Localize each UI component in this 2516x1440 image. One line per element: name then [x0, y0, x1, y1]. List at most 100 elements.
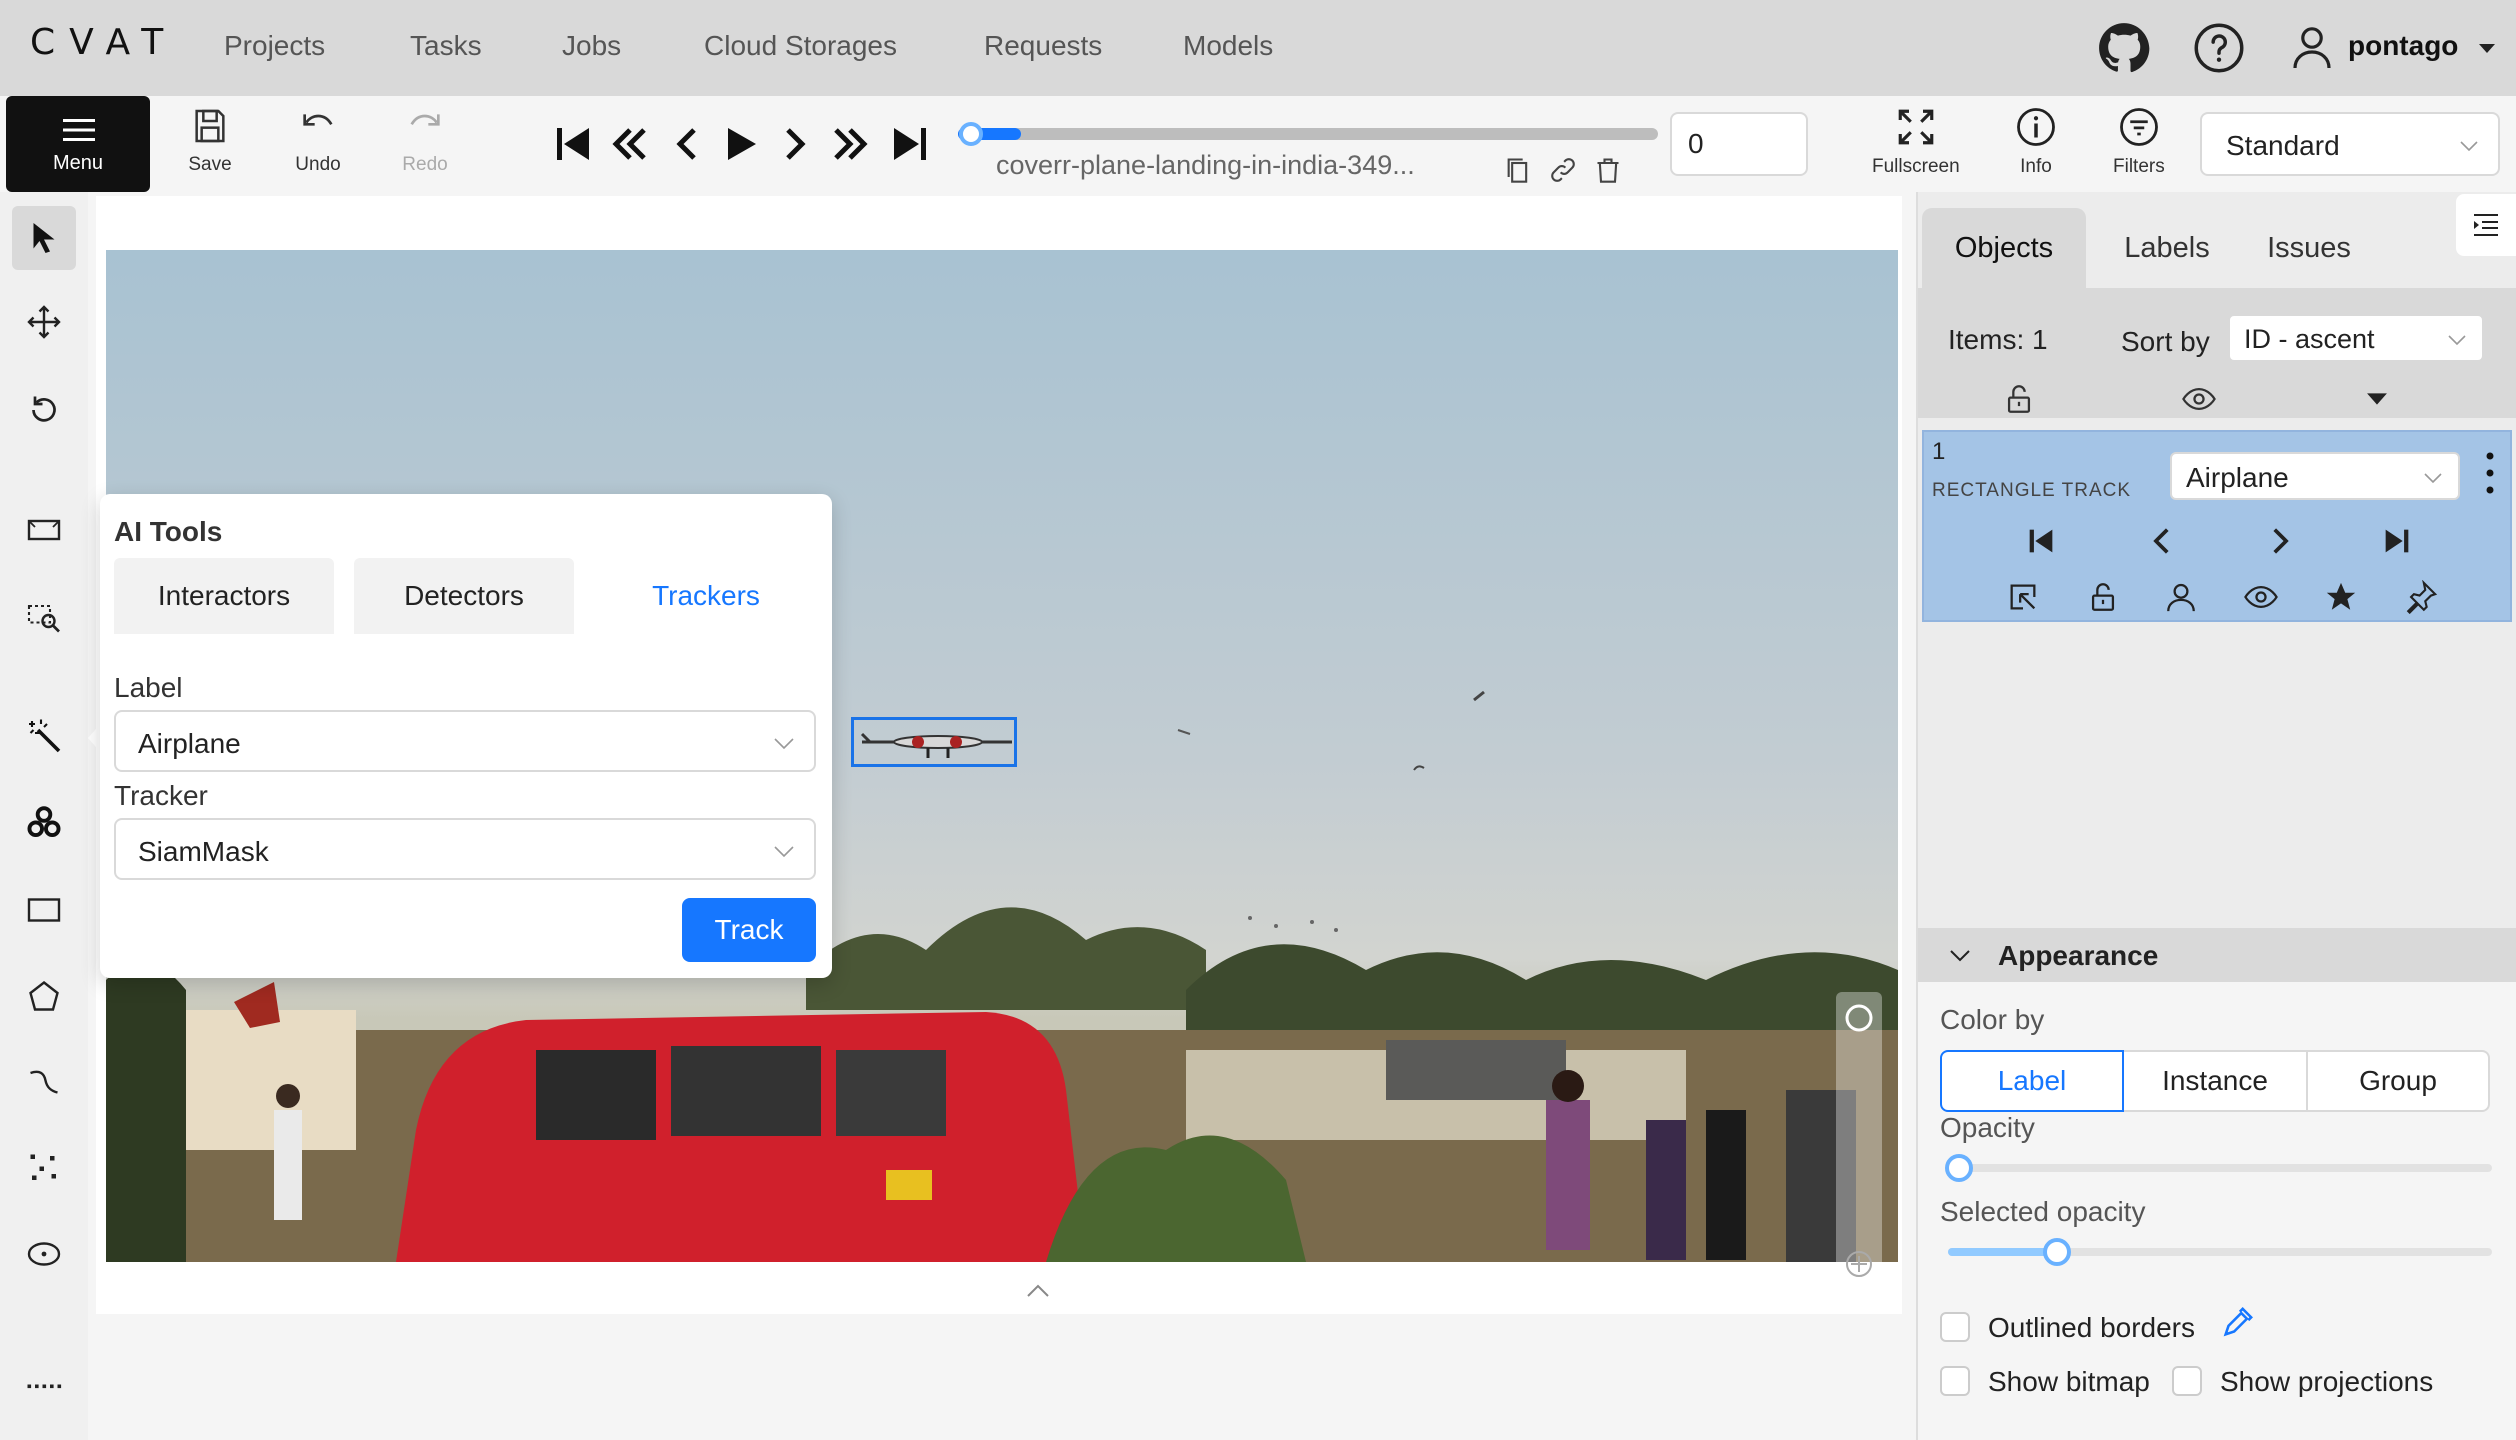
cursor-tool[interactable] — [12, 206, 76, 270]
object-item[interactable]: 1 RECTANGLE TRACK Airplane — [1922, 430, 2512, 622]
lock-icon[interactable] — [2086, 580, 2120, 614]
occluded-icon[interactable] — [2164, 580, 2198, 614]
selected-opacity-slider[interactable] — [1948, 1238, 2492, 1266]
help-icon[interactable] — [2193, 22, 2245, 74]
github-icon[interactable] — [2098, 22, 2150, 74]
zoom-region-tool[interactable] — [12, 586, 76, 650]
tab-issues[interactable]: Issues — [2244, 208, 2374, 288]
menu-button[interactable]: Menu — [6, 96, 150, 192]
object-type: RECTANGLE TRACK — [1932, 480, 2132, 501]
airplane-bounding-box[interactable] — [851, 717, 1017, 767]
last-keyframe-icon[interactable] — [2380, 524, 2414, 558]
show-bitmap-checkbox[interactable] — [1940, 1366, 1970, 1396]
previous-keyframe-icon[interactable] — [2146, 524, 2180, 558]
save-icon — [190, 106, 230, 146]
user-icon[interactable] — [2292, 26, 2332, 70]
caret-down-icon[interactable] — [2476, 38, 2498, 58]
frame-slider[interactable] — [958, 128, 1658, 140]
redo-button[interactable]: Redo — [380, 106, 470, 186]
label-select[interactable]: Airplane — [114, 710, 816, 772]
nav-jobs[interactable]: Jobs — [562, 30, 621, 62]
tab-detectors[interactable]: Detectors — [354, 558, 574, 634]
previous-frame-icon[interactable] — [666, 120, 706, 168]
copy-icon[interactable] — [1504, 156, 1532, 184]
sort-select[interactable]: ID - ascent — [2228, 314, 2484, 362]
username[interactable]: pontago — [2348, 30, 2458, 62]
save-button[interactable]: Save — [165, 106, 255, 186]
tab-labels[interactable]: Labels — [2102, 208, 2232, 288]
collapse-all-icon[interactable] — [2360, 382, 2394, 416]
lock-all-icon[interactable] — [2002, 382, 2036, 416]
polyline-icon — [30, 1070, 58, 1094]
frame-number-input[interactable] — [1670, 112, 1808, 176]
eye-all-icon[interactable] — [2182, 382, 2216, 416]
first-frame-icon[interactable] — [553, 120, 593, 168]
rotate-tool[interactable] — [12, 378, 76, 442]
cvat-logo[interactable]: CVAT — [30, 22, 177, 63]
expand-bottom-panel[interactable] — [1008, 1272, 1068, 1306]
nav-tasks[interactable]: Tasks — [410, 30, 482, 62]
fit-image-tool[interactable] — [12, 498, 76, 562]
play-icon[interactable] — [720, 120, 760, 168]
first-keyframe-icon[interactable] — [2024, 524, 2058, 558]
draw-polyline-tool[interactable] — [12, 1050, 76, 1114]
nav-projects[interactable]: Projects — [224, 30, 325, 62]
filters-button[interactable]: Filters — [2113, 106, 2165, 178]
color-by-instance-option[interactable]: Instance — [2122, 1050, 2308, 1112]
more-tools[interactable] — [12, 1348, 76, 1412]
outlined-borders-checkbox[interactable] — [1940, 1312, 1970, 1342]
ai-tools-tool[interactable] — [12, 704, 76, 768]
star-icon[interactable] — [2324, 580, 2358, 614]
next-frame-icon[interactable] — [776, 120, 816, 168]
chevron-down-icon — [2422, 468, 2444, 488]
nav-cloud-storages[interactable]: Cloud Storages — [704, 30, 897, 62]
selected-opacity-label: Selected opacity — [1940, 1196, 2146, 1227]
selected-opacity-slider-handle[interactable] — [2043, 1238, 2071, 1266]
next-keyframe-icon[interactable] — [2262, 524, 2296, 558]
filter-icon — [2118, 106, 2160, 148]
opencv-tool[interactable] — [12, 790, 76, 854]
nav-requests[interactable]: Requests — [984, 30, 1102, 62]
hamburger-icon — [63, 116, 95, 144]
last-frame-icon[interactable] — [890, 120, 930, 168]
draw-polygon-tool[interactable] — [12, 964, 76, 1028]
fast-forward-icon[interactable] — [830, 120, 870, 168]
fullscreen-button[interactable]: Fullscreen — [1872, 106, 1960, 178]
controls-sidebar — [0, 192, 88, 1440]
more-vertical-icon[interactable] — [2482, 450, 2498, 496]
color-by-label-option[interactable]: Label — [1940, 1050, 2124, 1112]
track-button[interactable]: Track — [682, 898, 816, 962]
move-tool[interactable] — [12, 290, 76, 354]
undo-label: Undo — [295, 154, 341, 175]
visibility-icon[interactable] — [2244, 580, 2278, 614]
fast-backward-icon[interactable] — [610, 120, 650, 168]
color-picker-icon[interactable] — [2220, 1306, 2254, 1340]
appearance-header[interactable]: Appearance — [1918, 928, 2516, 982]
link-icon[interactable] — [1549, 156, 1577, 184]
color-by-group-option[interactable]: Group — [2306, 1050, 2490, 1112]
menu-label: Menu — [52, 152, 104, 174]
show-projections-checkbox[interactable] — [2172, 1366, 2202, 1396]
info-button[interactable]: Info — [2015, 106, 2057, 178]
frame-slider-handle[interactable] — [959, 122, 983, 146]
delete-frame-icon[interactable] — [1594, 156, 1622, 184]
workspace-select[interactable]: Standard — [2200, 112, 2500, 176]
tab-interactors[interactable]: Interactors — [114, 558, 334, 634]
label-field-title: Label — [114, 672, 183, 703]
undo-button[interactable]: Undo — [273, 106, 363, 186]
zoom-slider[interactable] — [1836, 992, 1882, 1288]
outside-icon[interactable] — [2006, 580, 2040, 614]
pin-icon[interactable] — [2404, 580, 2438, 614]
tab-objects[interactable]: Objects — [1922, 208, 2086, 288]
tracker-select[interactable]: SiamMask — [114, 818, 816, 880]
draw-points-tool[interactable] — [12, 1136, 76, 1200]
info-label: Info — [2020, 156, 2052, 177]
opacity-slider[interactable] — [1945, 1154, 2492, 1182]
draw-rectangle-tool[interactable] — [12, 878, 76, 942]
draw-ellipse-tool[interactable] — [12, 1222, 76, 1286]
object-label-select[interactable]: Airplane — [2170, 452, 2460, 500]
tab-trackers[interactable]: Trackers — [596, 558, 816, 634]
sidebar-collapse-button[interactable] — [2456, 194, 2516, 256]
nav-models[interactable]: Models — [1183, 30, 1273, 62]
opacity-slider-handle[interactable] — [1945, 1154, 1973, 1182]
